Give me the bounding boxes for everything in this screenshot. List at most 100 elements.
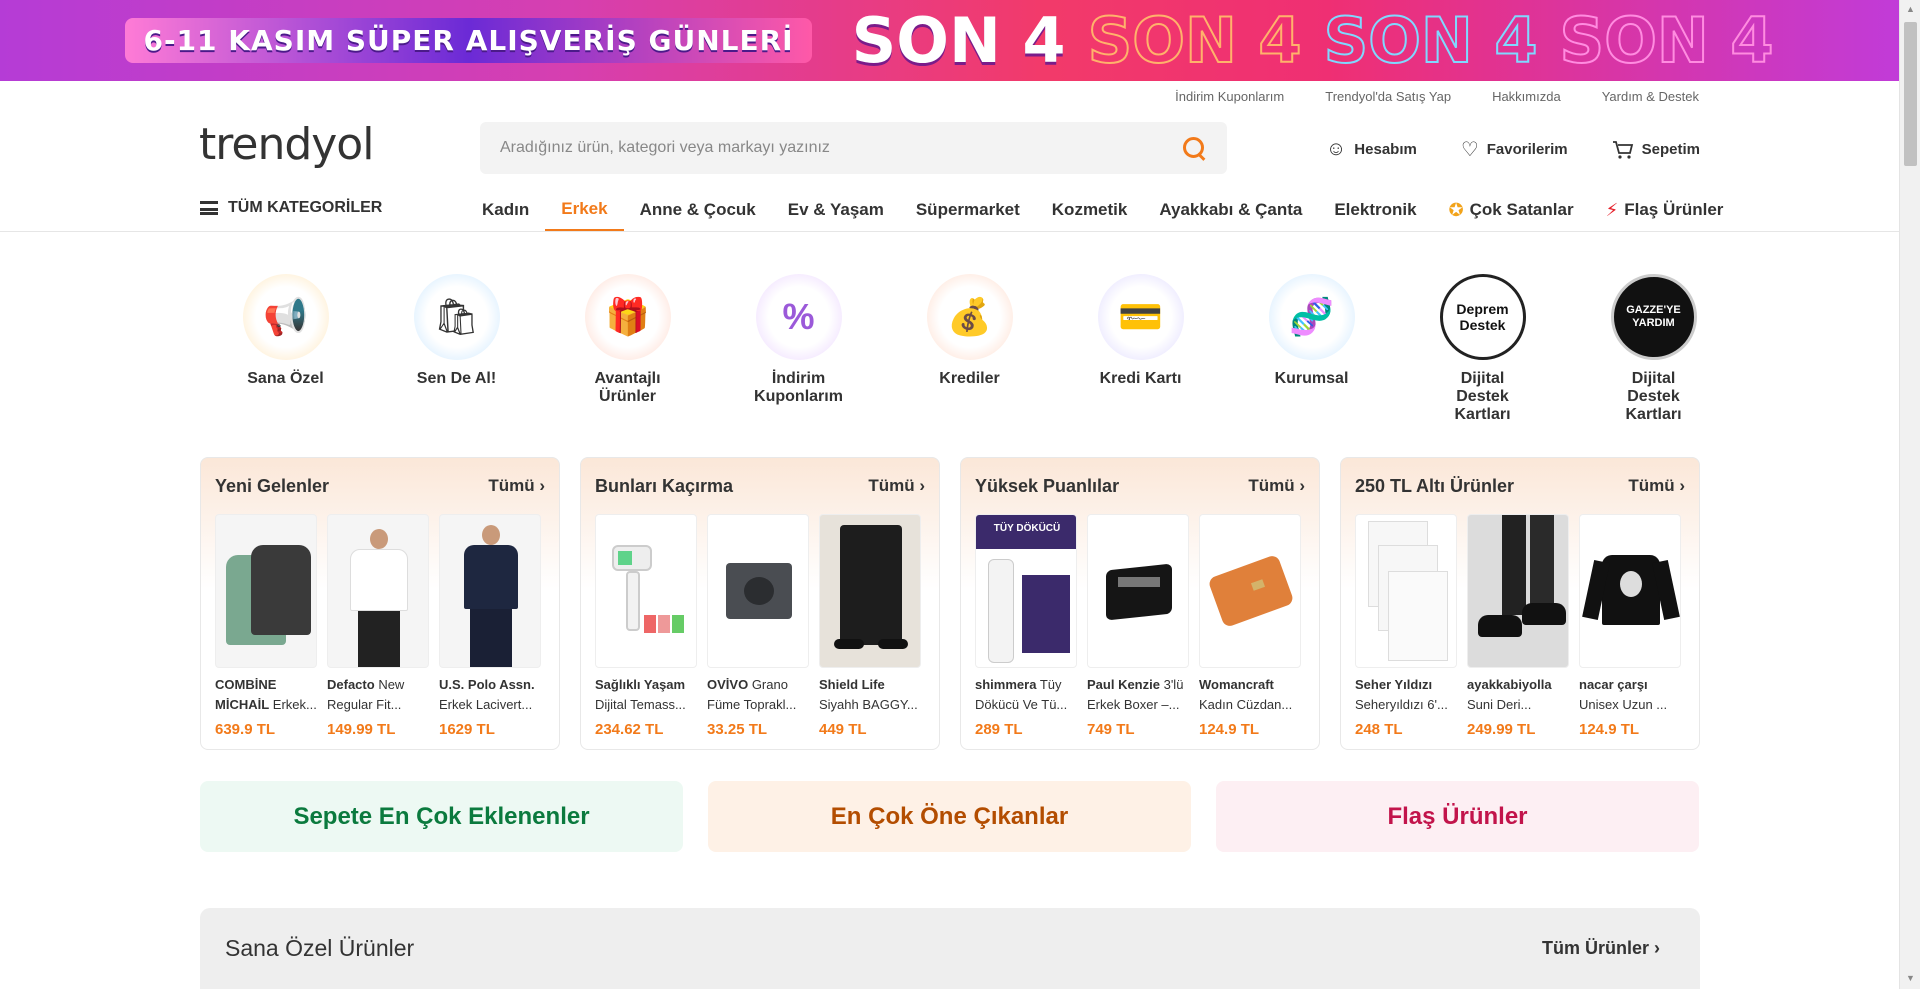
product-image	[1087, 514, 1189, 668]
account-bar: ☺ Hesabım ♡ Favorilerim Sepetim	[1326, 137, 1700, 162]
product-image	[1467, 514, 1569, 668]
product-price: 289 TL	[975, 721, 1023, 738]
panel-all-link[interactable]: Tümü ›	[1628, 476, 1685, 496]
search-input[interactable]	[500, 139, 1181, 157]
quick-link-kredi-karti[interactable]: 💳 Kredi Kartı	[1055, 274, 1226, 424]
panel-all-link[interactable]: Tümü ›	[1248, 476, 1305, 496]
product-image	[1199, 514, 1301, 668]
quick-link-sana-ozel[interactable]: 📢 Sana Özel	[200, 274, 371, 424]
panel-title: Yüksek Puanlılar	[975, 475, 1120, 496]
nav-item-ayakkabi-canta[interactable]: Ayakkabı & Çanta	[1143, 188, 1318, 232]
lightning-icon: ⚡	[1605, 199, 1619, 220]
search-icon[interactable]	[1181, 135, 1207, 161]
product-card[interactable]: COMBİNE MİCHAİL Erkek... 639.9 TL	[215, 514, 317, 738]
megaphone-icon: 📢	[242, 274, 329, 360]
product-card[interactable]: Seher Yıldızı Seheryıldızı 6'... 248 TL	[1355, 514, 1457, 738]
nav-item-anne-cocuk[interactable]: Anne & Çocuk	[624, 188, 772, 232]
panel-all-link[interactable]: Tümü ›	[868, 476, 925, 496]
scroll-down-arrow-icon[interactable]: ▼	[1904, 973, 1917, 985]
product-card[interactable]: Paul Kenzie 3'lü Erkek Boxer –... 749 TL	[1087, 514, 1189, 738]
scroll-up-arrow-icon[interactable]: ▲	[1904, 4, 1917, 16]
util-link-about[interactable]: Hakkımızda	[1492, 89, 1561, 104]
quick-link-krediler[interactable]: 💰 Krediler	[884, 274, 1055, 424]
quick-link-sen-de-al[interactable]: 🛍 Sen De Al!	[371, 274, 542, 424]
product-card[interactable]: Womancraft Kadın Cüzdan... 124.9 TL	[1199, 514, 1301, 738]
quick-link-avantajli-urunler[interactable]: 🎁 Avantajlı Ürünler	[542, 274, 713, 424]
util-link-sell[interactable]: Trendyol'da Satış Yap	[1325, 89, 1451, 104]
coupon-icon: %	[755, 274, 842, 360]
nav-item-kozmetik[interactable]: Kozmetik	[1036, 188, 1144, 232]
search-bar	[480, 122, 1227, 174]
util-link-help[interactable]: Yardım & Destek	[1602, 89, 1699, 104]
hamburger-menu-icon	[200, 201, 218, 215]
product-price: 234.62 TL	[595, 721, 664, 738]
scroll-thumb[interactable]	[1904, 22, 1917, 166]
product-image	[595, 514, 697, 668]
shopping-bags-icon: 🛍	[413, 274, 500, 360]
product-card[interactable]: TÜY DÖKÜCÜ shimmera Tüy Dökücü Ve Tü... …	[975, 514, 1077, 738]
nav-item-cok-satanlar[interactable]: ✪ Çok Satanlar	[1433, 188, 1590, 232]
quick-link-kurumsal[interactable]: 🧬 Kurumsal	[1226, 274, 1397, 424]
all-products-link[interactable]: Tüm Ürünler ›	[1542, 938, 1660, 959]
panel-250-tl-alti: 250 TL Altı Ürünler Tümü › Seher Yıldızı…	[1340, 457, 1700, 750]
product-card[interactable]: OVİVO Grano Füme Toprakl... 33.25 TL	[707, 514, 809, 738]
panel-title: 250 TL Altı Ürünler	[1355, 475, 1515, 496]
page-scrollbar[interactable]: ▲ ▼	[1899, 0, 1920, 989]
product-image	[215, 514, 317, 668]
all-categories-button[interactable]: TÜM KATEGORİLER	[200, 199, 382, 217]
product-price: 249.99 TL	[1467, 721, 1536, 738]
credit-card-icon: 💳	[1097, 274, 1184, 360]
product-panels: Yeni Gelenler Tümü › COMBİNE MİCHAİL Erk…	[200, 457, 1700, 750]
button-en-cok-one-cikanlar[interactable]: En Çok Öne Çıkanlar	[708, 781, 1191, 852]
utility-links: İndirim Kuponlarım Trendyol'da Satış Yap…	[1175, 89, 1699, 104]
product-image	[1355, 514, 1457, 668]
product-card[interactable]: nacar çarşı Unisex Uzun ... 124.9 TL	[1579, 514, 1681, 738]
promo-campaign-title: 6-11 KASIM SÜPER ALIŞVERİŞ GÜNLERİ	[125, 18, 812, 63]
nav-item-erkek[interactable]: Erkek	[545, 188, 624, 232]
nav-item-flas-urunler[interactable]: ⚡ Flaş Ürünler	[1590, 188, 1740, 232]
product-card[interactable]: Sağlıklı Yaşam Dijital Temass... 234.62 …	[595, 514, 697, 738]
panel-title: Bunları Kaçırma	[595, 475, 734, 496]
util-link-coupons[interactable]: İndirim Kuponlarım	[1175, 89, 1284, 104]
product-card[interactable]: U.S. Polo Assn. Erkek Lacivert... 1629 T…	[439, 514, 541, 738]
panel-all-link[interactable]: Tümü ›	[488, 476, 545, 496]
nav-item-elektronik[interactable]: Elektronik	[1318, 188, 1432, 232]
trendyol-logo[interactable]: trendyol	[199, 119, 374, 170]
panel-yeni-gelenler: Yeni Gelenler Tümü › COMBİNE MİCHAİL Erk…	[200, 457, 560, 750]
product-price: 248 TL	[1355, 721, 1403, 738]
section-title: Sana Özel Ürünler	[225, 935, 415, 961]
nav-item-supermarket[interactable]: Süpermarket	[900, 188, 1036, 232]
medal-icon: ✪	[1448, 199, 1464, 220]
quick-link-indirim-kuponlarim[interactable]: % İndirim Kuponlarım	[713, 274, 884, 424]
product-image: TÜY DÖKÜCÜ	[975, 514, 1077, 668]
panel-yuksek-puanlilar: Yüksek Puanlılar Tümü › TÜY DÖKÜCÜ shimm…	[960, 457, 1320, 750]
product-price: 149.99 TL	[327, 721, 396, 738]
favorites-button[interactable]: ♡ Favorilerim	[1461, 137, 1568, 162]
nav-item-ev-yasam[interactable]: Ev & Yaşam	[772, 188, 900, 232]
corporate-products-icon: 🧬	[1268, 274, 1355, 360]
gift-box-icon: 🎁	[584, 274, 671, 360]
panel-title: Yeni Gelenler	[215, 475, 330, 496]
button-sepete-en-cok-eklenenler[interactable]: Sepete En Çok Eklenenler	[200, 781, 683, 852]
product-price: 449 TL	[819, 721, 867, 738]
button-flas-urunler[interactable]: Flaş Ürünler	[1216, 781, 1699, 852]
cart-button[interactable]: Sepetim	[1612, 137, 1700, 162]
cart-icon	[1612, 140, 1633, 159]
nav-item-kadin[interactable]: Kadın	[466, 188, 545, 232]
product-price: 124.9 TL	[1579, 721, 1640, 738]
quick-link-deprem-destek[interactable]: Deprem Destek Dijital Destek Kartları	[1397, 274, 1568, 424]
product-price: 33.25 TL	[707, 721, 768, 738]
promo-banner[interactable]: 6-11 KASIM SÜPER ALIŞVERİŞ GÜNLERİ SON 4…	[0, 0, 1899, 81]
product-card[interactable]: Defacto New Regular Fit... 149.99 TL	[327, 514, 429, 738]
product-image	[819, 514, 921, 668]
product-card[interactable]: Shield Life Siyahh BAGGY... 449 TL	[819, 514, 921, 738]
product-card[interactable]: ayakkabiyolla Suni Deri... 249.99 TL	[1467, 514, 1569, 738]
product-image	[439, 514, 541, 668]
money-bag-icon: 💰	[926, 274, 1013, 360]
product-image	[707, 514, 809, 668]
heart-icon: ♡	[1460, 139, 1479, 161]
account-button[interactable]: ☺ Hesabım	[1326, 137, 1417, 162]
quick-link-gazzeye-yardim[interactable]: GAZZE'YE YARDIM Dijital Destek Kartları	[1568, 274, 1739, 424]
quick-links: 📢 Sana Özel 🛍 Sen De Al! 🎁 Avantajlı Ürü…	[200, 274, 1739, 424]
product-price: 1629 TL	[439, 721, 495, 738]
